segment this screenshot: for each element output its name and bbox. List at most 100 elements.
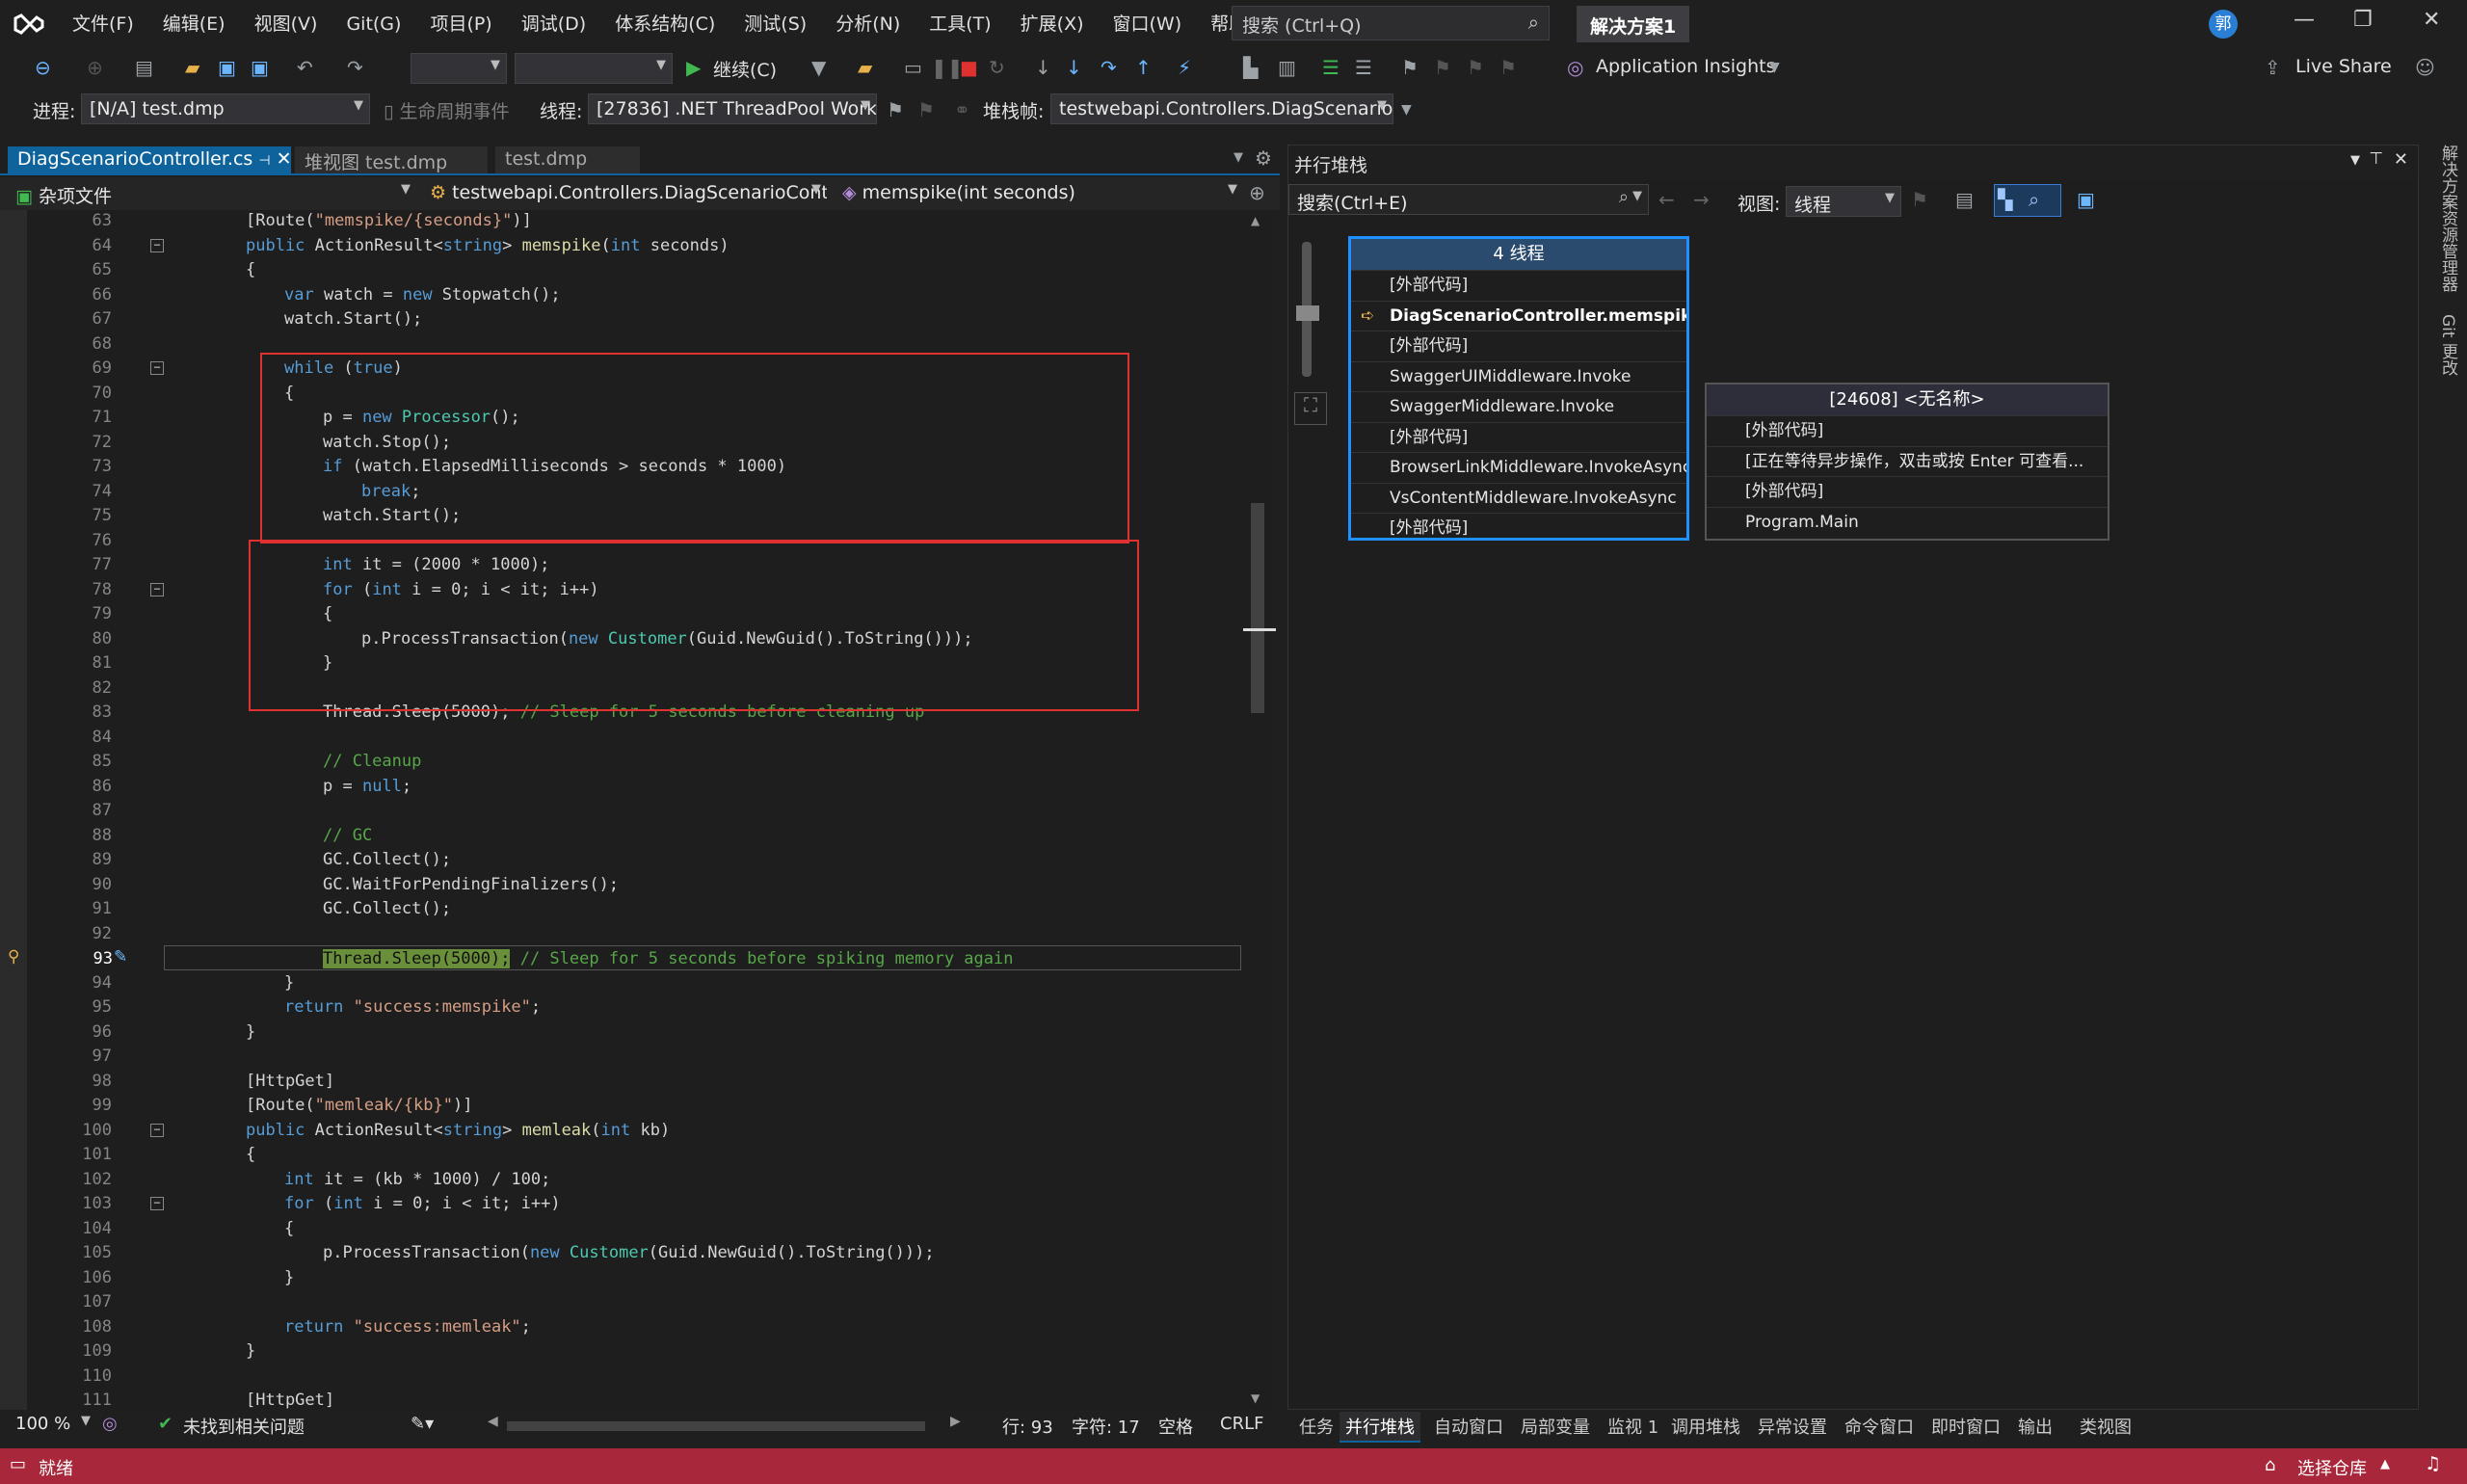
- code-line[interactable]: 85 // Cleanup: [0, 749, 1243, 774]
- stack-frame[interactable]: VsContentMiddleware.InvokeAsync: [1351, 482, 1686, 514]
- code-text[interactable]: int it = (kb * 1000) / 100;: [284, 1167, 550, 1192]
- share-icon[interactable]: ⇪: [2265, 48, 2281, 87]
- app-insights-button[interactable]: Application Insights: [1596, 56, 1775, 77]
- restart-icon[interactable]: ↻: [989, 48, 1005, 87]
- code-line[interactable]: 101 {: [0, 1142, 1243, 1167]
- layout-icon[interactable]: ▤: [1955, 180, 1974, 219]
- code-line[interactable]: 65 {: [0, 257, 1243, 282]
- tool-tab[interactable]: 局部变量: [1515, 1412, 1596, 1441]
- code-text[interactable]: }: [246, 1338, 255, 1364]
- redo-icon[interactable]: ↷: [347, 48, 363, 87]
- code-text[interactable]: Thread.Sleep(5000); // Sleep for 5 secon…: [323, 946, 1013, 971]
- zoom-icon[interactable]: ⌕: [2029, 180, 2039, 219]
- tab-test-dmp[interactable]: test.dmp: [495, 146, 640, 173]
- code-line[interactable]: 92: [0, 921, 1243, 946]
- fit-icon[interactable]: ⛶: [1294, 392, 1327, 425]
- code-text[interactable]: p = null;: [323, 774, 411, 799]
- menu-item[interactable]: 分析(N): [821, 0, 915, 48]
- code-line[interactable]: 95 return "success:memspike";: [0, 994, 1243, 1020]
- lifecycle-events-button[interactable]: ▯ 生命周期事件: [384, 97, 510, 123]
- back-icon[interactable]: ←: [1658, 180, 1675, 219]
- quick-actions-icon[interactable]: ✎: [114, 947, 127, 967]
- char-indicator[interactable]: 字符: 17: [1072, 1414, 1140, 1439]
- pin-icon[interactable]: ⊤: [2369, 149, 2383, 169]
- menu-item[interactable]: 项目(P): [415, 0, 506, 48]
- menu-item[interactable]: 文件(F): [58, 0, 148, 48]
- fold-toggle-icon[interactable]: −: [150, 238, 164, 252]
- tool-tab[interactable]: 自动窗口: [1428, 1412, 1509, 1441]
- minimize-icon[interactable]: —: [2294, 8, 2315, 32]
- tool-tab[interactable]: 并行堆栈: [1340, 1412, 1420, 1443]
- code-text[interactable]: // Cleanup: [323, 749, 421, 774]
- tool-tab[interactable]: 命令窗口: [1839, 1412, 1920, 1441]
- outdent-icon[interactable]: ☰: [1355, 48, 1372, 87]
- stack-frame[interactable]: [外部代码]: [1351, 331, 1686, 361]
- stack-frame[interactable]: [外部代码]: [1351, 421, 1686, 453]
- code-text[interactable]: {: [246, 1142, 255, 1167]
- feedback-icon[interactable]: ☺: [2415, 48, 2435, 87]
- code-line[interactable]: 105 p.ProcessTransaction(new Customer(Gui…: [0, 1240, 1243, 1265]
- whitespace-indicator[interactable]: 空格: [1158, 1414, 1193, 1439]
- tool-tab[interactable]: 类视图: [2074, 1412, 2137, 1441]
- tool-tab[interactable]: 监视 1: [1602, 1412, 1664, 1441]
- restore-icon[interactable]: ❐: [2353, 8, 2373, 32]
- notification-icon[interactable]: ♫: [2425, 1453, 2441, 1474]
- code-text[interactable]: [HttpGet]: [246, 1069, 334, 1094]
- stack-frame[interactable]: Program.Main: [1707, 506, 2108, 538]
- forward-icon[interactable]: →: [1693, 180, 1710, 219]
- code-text[interactable]: public ActionResult<string> memleak(int …: [246, 1118, 670, 1143]
- code-text[interactable]: [HttpGet]: [246, 1388, 334, 1410]
- select-repo-button[interactable]: 选择仓库: [2297, 1455, 2367, 1480]
- search-input[interactable]: 搜索 (Ctrl+Q) ⌕: [1232, 6, 1550, 40]
- code-line[interactable]: 102 int it = (kb * 1000) / 100;: [0, 1167, 1243, 1192]
- flag-all-icon[interactable]: ⚑: [917, 91, 935, 129]
- step-over-icon[interactable]: ↓: [1066, 48, 1082, 87]
- current-statement-icon[interactable]: ⚲: [8, 947, 19, 967]
- menu-item[interactable]: 调试(D): [507, 0, 600, 48]
- code-text[interactable]: }: [284, 970, 294, 995]
- stack-frame[interactable]: SwaggerUIMiddleware.Invoke: [1351, 360, 1686, 392]
- code-line[interactable]: 96}: [0, 1020, 1243, 1045]
- code-line[interactable]: 89 GC.Collect();: [0, 847, 1243, 872]
- code-text[interactable]: var watch = new Stopwatch();: [284, 282, 561, 307]
- panel-menu-icon[interactable]: ▼: [2350, 153, 2360, 168]
- stop-icon[interactable]: ■: [960, 48, 978, 87]
- attach-icon[interactable]: ▼: [811, 48, 826, 87]
- fold-toggle-icon[interactable]: −: [150, 1123, 164, 1137]
- scroll-thumb[interactable]: [1251, 503, 1264, 713]
- step-back-icon[interactable]: ↷: [1101, 48, 1117, 87]
- code-line[interactable]: 104 {: [0, 1216, 1243, 1241]
- stack-frame[interactable]: BrowserLinkMiddleware.InvokeAsync: [1351, 452, 1686, 483]
- thread-dropdown[interactable]: [27836] .NET ThreadPool Worke ▼: [588, 93, 877, 124]
- toggle-icon[interactable]: ⚭: [954, 91, 970, 129]
- code-line[interactable]: 103 − for (int i = 0; i < it; i++): [0, 1191, 1243, 1216]
- code-line[interactable]: 87: [0, 798, 1243, 823]
- tab-heap-view[interactable]: 堆视图 test.dmp: [295, 146, 488, 173]
- line-indicator[interactable]: 行: 93: [1002, 1414, 1053, 1439]
- code-line[interactable]: 110: [0, 1364, 1243, 1389]
- code-text[interactable]: p.ProcessTransaction(new Customer(Guid.N…: [323, 1240, 935, 1265]
- code-line[interactable]: 84: [0, 725, 1243, 750]
- view-dropdown[interactable]: 线程 ▼: [1786, 186, 1901, 217]
- code-line[interactable]: 94}: [0, 970, 1243, 995]
- tool-tab[interactable]: 调用堆栈: [1665, 1412, 1746, 1441]
- method-view-icon[interactable]: ▚: [1998, 180, 2012, 219]
- prev-bookmark-icon[interactable]: ⚑: [1434, 48, 1451, 87]
- new-project-icon[interactable]: ▤: [135, 48, 153, 87]
- code-line[interactable]: 106}: [0, 1265, 1243, 1290]
- code-line[interactable]: 97: [0, 1044, 1243, 1069]
- folder-icon[interactable]: ▰: [858, 48, 872, 87]
- step-into-icon[interactable]: ↓: [1035, 48, 1051, 87]
- stack-frame[interactable]: [外部代码]: [1707, 476, 2108, 507]
- issues-status[interactable]: 未找到相关问题: [183, 1414, 305, 1439]
- chevron-down-icon[interactable]: ▼: [1401, 91, 1412, 129]
- code-text[interactable]: [Route("memleak/{kb}")]: [246, 1093, 472, 1118]
- horizontal-scrollbar[interactable]: [507, 1421, 925, 1431]
- zoom-dropdown[interactable]: 100 % ▼: [8, 1410, 96, 1439]
- eol-indicator[interactable]: CRLF: [1220, 1414, 1263, 1434]
- brush-icon[interactable]: ✎▾: [411, 1414, 434, 1434]
- stack-frame[interactable]: SwaggerMiddleware.Invoke: [1351, 391, 1686, 422]
- menu-item[interactable]: 扩展(X): [1006, 0, 1099, 48]
- class-dropdown[interactable]: ⚙ testwebapi.Controllers.DiagScenarioCon…: [422, 178, 827, 209]
- code-text[interactable]: for (int i = 0; i < it; i++): [284, 1191, 561, 1216]
